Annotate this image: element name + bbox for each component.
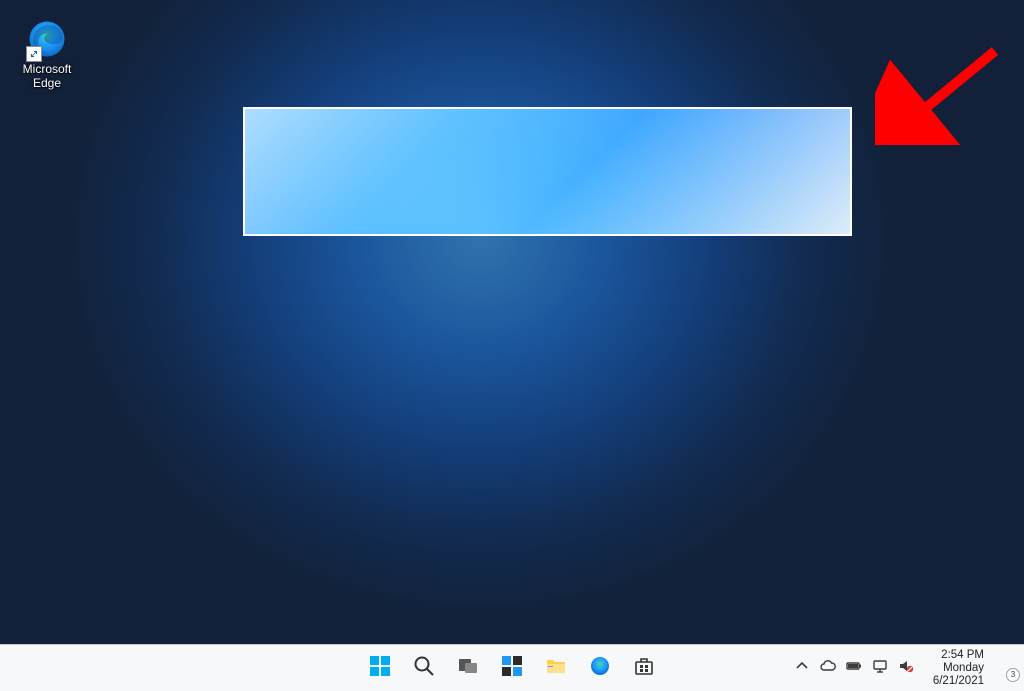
system-tray: 2:54 PM Monday 6/21/2021 3 xyxy=(794,645,1018,691)
network-tray-icon[interactable] xyxy=(872,660,888,676)
store-icon xyxy=(633,655,655,682)
volume-tray-icon[interactable] xyxy=(898,660,914,676)
tray-icons-group xyxy=(794,660,914,676)
file-explorer-button[interactable] xyxy=(543,655,569,681)
microsoft-store-button[interactable] xyxy=(631,655,657,681)
clock-time: 2:54 PM xyxy=(924,649,984,662)
clock-day: Monday xyxy=(924,662,984,675)
clock-date: 6/21/2021 xyxy=(924,675,984,688)
desktop[interactable]: Microsoft Edge xyxy=(0,0,1024,645)
desktop-icon-label: Microsoft Edge xyxy=(23,62,72,90)
notification-badge: 3 xyxy=(1006,668,1020,682)
shortcut-arrow-icon xyxy=(26,46,42,62)
widgets-icon xyxy=(501,655,523,682)
action-center-button[interactable]: 3 xyxy=(994,656,1018,680)
taskbar-center-group xyxy=(367,645,657,691)
search-button[interactable] xyxy=(411,655,437,681)
task-view-icon xyxy=(457,655,479,682)
edge-taskbar-button[interactable] xyxy=(587,655,613,681)
desktop-icon-microsoft-edge[interactable]: Microsoft Edge xyxy=(10,18,84,90)
onedrive-tray-icon[interactable] xyxy=(820,660,836,676)
taskbar: 2:54 PM Monday 6/21/2021 3 xyxy=(0,644,1024,691)
search-icon xyxy=(413,655,435,682)
tray-overflow-button[interactable] xyxy=(794,660,810,676)
task-view-button[interactable] xyxy=(455,655,481,681)
edge-icon xyxy=(26,18,68,60)
snip-dim-overlay xyxy=(0,0,1024,645)
edge-icon xyxy=(589,655,611,682)
taskbar-clock[interactable]: 2:54 PM Monday 6/21/2021 xyxy=(924,649,984,688)
chevron-up-icon xyxy=(794,658,810,679)
battery-icon xyxy=(846,658,862,679)
battery-tray-icon[interactable] xyxy=(846,660,862,676)
snip-selection-rectangle[interactable] xyxy=(245,109,850,234)
start-button[interactable] xyxy=(367,655,393,681)
network-icon xyxy=(872,658,888,679)
cloud-icon xyxy=(820,658,836,679)
windows-start-icon xyxy=(369,655,391,682)
widgets-button[interactable] xyxy=(499,655,525,681)
file-explorer-icon xyxy=(545,655,567,682)
volume-muted-icon xyxy=(898,658,914,679)
